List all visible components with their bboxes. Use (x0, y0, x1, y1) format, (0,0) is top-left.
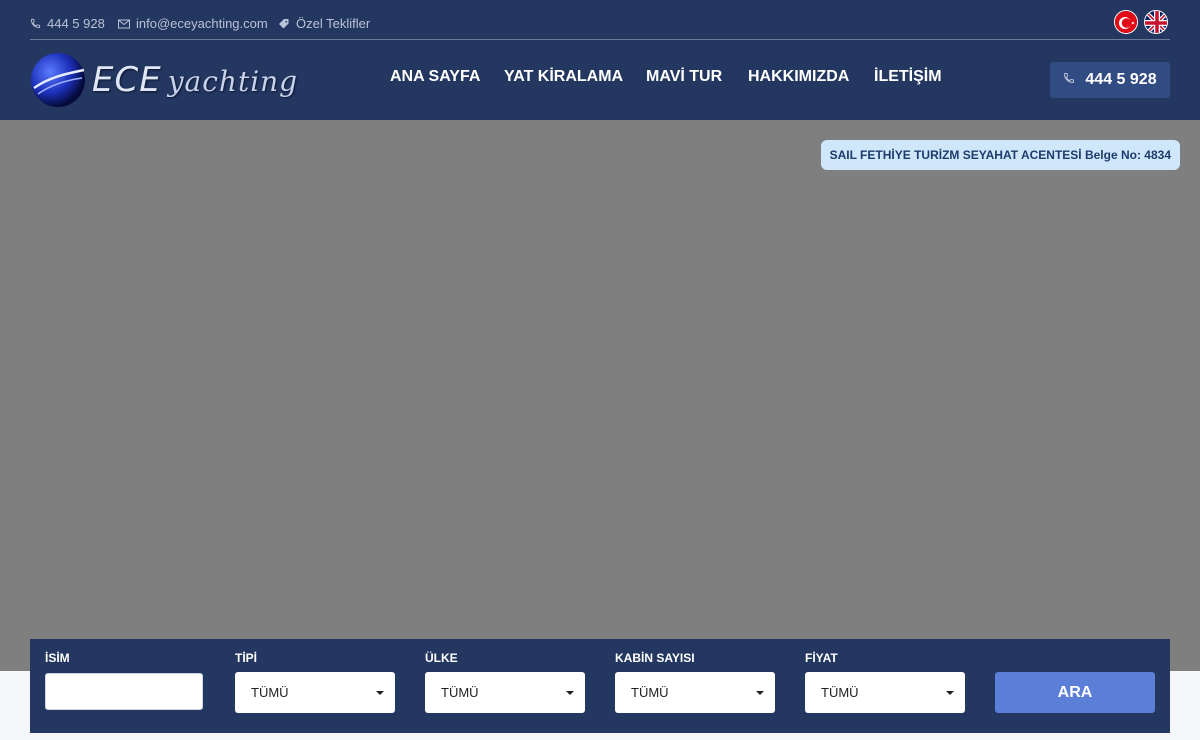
cabins-select[interactable]: TÜMÜ (615, 672, 775, 713)
phone-icon (1063, 71, 1075, 89)
topbar-offers-text: Özel Teklifler (296, 16, 371, 31)
nav-item-yacht-charter[interactable]: YAT KİRALAMA (504, 68, 623, 86)
nav-item-about[interactable]: HAKKIMIZDA (748, 68, 849, 86)
envelope-icon (118, 19, 130, 29)
search-button[interactable]: ARA (995, 672, 1155, 713)
name-label: İSİM (45, 651, 70, 665)
caret-down-icon (566, 691, 574, 695)
topbar-email[interactable]: info@eceyachting.com (118, 16, 268, 31)
caret-down-icon (946, 691, 954, 695)
hero-banner: SAIL FETHİYE TURİZM SEYAHAT ACENTESİ Bel… (0, 120, 1200, 671)
price-label: FİYAT (805, 651, 838, 665)
tr-flag-icon[interactable] (1114, 10, 1138, 34)
language-switcher (1114, 10, 1168, 34)
country-select-value: TÜMÜ (441, 685, 479, 700)
cabins-label: KABİN SAYISI (615, 651, 695, 665)
logo-sub-text: yachting (167, 65, 299, 98)
license-badge: SAIL FETHİYE TURİZM SEYAHAT ACENTESİ Bel… (820, 140, 1180, 170)
yacht-search-panel: İSİM TİPİ TÜMÜ ÜLKE TÜMÜ KABİN SAYISI TÜ… (30, 639, 1170, 733)
type-select-value: TÜMÜ (251, 685, 289, 700)
tag-icon (278, 18, 290, 30)
site-logo[interactable]: ECE yachting (30, 52, 297, 108)
logo-wordmark: ECE yachting (92, 60, 298, 100)
price-select[interactable]: TÜMÜ (805, 672, 965, 713)
price-select-value: TÜMÜ (821, 685, 859, 700)
type-label: TİPİ (235, 651, 258, 665)
phone-icon (30, 18, 41, 29)
caret-down-icon (756, 691, 764, 695)
nav-item-contact[interactable]: İLETİŞİM (874, 68, 942, 86)
uk-flag-icon[interactable] (1144, 10, 1168, 34)
name-input[interactable] (45, 673, 203, 710)
logo-globe-icon (31, 53, 85, 107)
header-phone-button[interactable]: 444 5 928 (1050, 62, 1170, 98)
type-select[interactable]: TÜMÜ (235, 672, 395, 713)
top-bar: 444 5 928 info@eceyachting.com Özel Tekl… (30, 0, 1170, 40)
country-label: ÜLKE (425, 651, 458, 665)
site-header: 444 5 928 info@eceyachting.com Özel Tekl… (0, 0, 1200, 120)
caret-down-icon (376, 691, 384, 695)
nav-item-blue-cruise[interactable]: MAVİ TUR (646, 68, 722, 86)
nav-item-home[interactable]: ANA SAYFA (390, 68, 480, 86)
cabins-select-value: TÜMÜ (631, 685, 669, 700)
logo-main-text: ECE (92, 60, 162, 100)
topbar-offers-link[interactable]: Özel Teklifler (278, 16, 370, 31)
header-phone-text: 444 5 928 (1085, 71, 1157, 88)
topbar-phone[interactable]: 444 5 928 (30, 16, 105, 31)
country-select[interactable]: TÜMÜ (425, 672, 585, 713)
topbar-phone-text: 444 5 928 (47, 16, 105, 31)
topbar-email-text: info@eceyachting.com (136, 16, 268, 31)
